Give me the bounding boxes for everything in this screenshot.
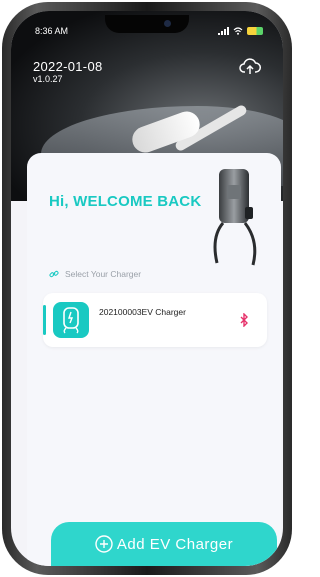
add-ev-charger-button[interactable]: Add EV Charger [51,522,277,566]
charger-name: 202100003EV Charger [99,307,186,317]
cloud-upload-icon[interactable] [239,57,261,77]
status-time: 8:36 AM [35,26,69,36]
battery-icon [247,27,263,35]
selected-indicator [43,305,46,335]
plus-circle-icon [95,535,113,553]
app-version: v1.0.27 [33,74,63,84]
current-date: 2022-01-08 [33,59,103,74]
bluetooth-icon[interactable] [239,313,249,327]
select-charger-label: Select Your Charger [65,269,142,279]
add-ev-charger-label: Add EV Charger [116,535,234,553]
main-card: Hi, WELCOME BACK Select Your Charger 202… [27,153,281,566]
status-icons [218,27,263,35]
ev-charger-icon [53,302,89,338]
welcome-title: Hi, WELCOME BACK [49,193,202,210]
signal-icon [218,27,229,35]
phone-frame: 8:36 AM 2022-01-08 v1.0.27 Hi, WELCOME B… [2,2,292,575]
status-bar: 8:36 AM [35,24,263,38]
charger-list-item[interactable]: 202100003EV Charger [43,293,267,347]
wall-charger-image [213,169,257,266]
select-charger-row: Select Your Charger [49,269,141,279]
app-screen: 8:36 AM 2022-01-08 v1.0.27 Hi, WELCOME B… [11,11,283,566]
link-icon [49,270,59,278]
wifi-icon [233,27,243,35]
